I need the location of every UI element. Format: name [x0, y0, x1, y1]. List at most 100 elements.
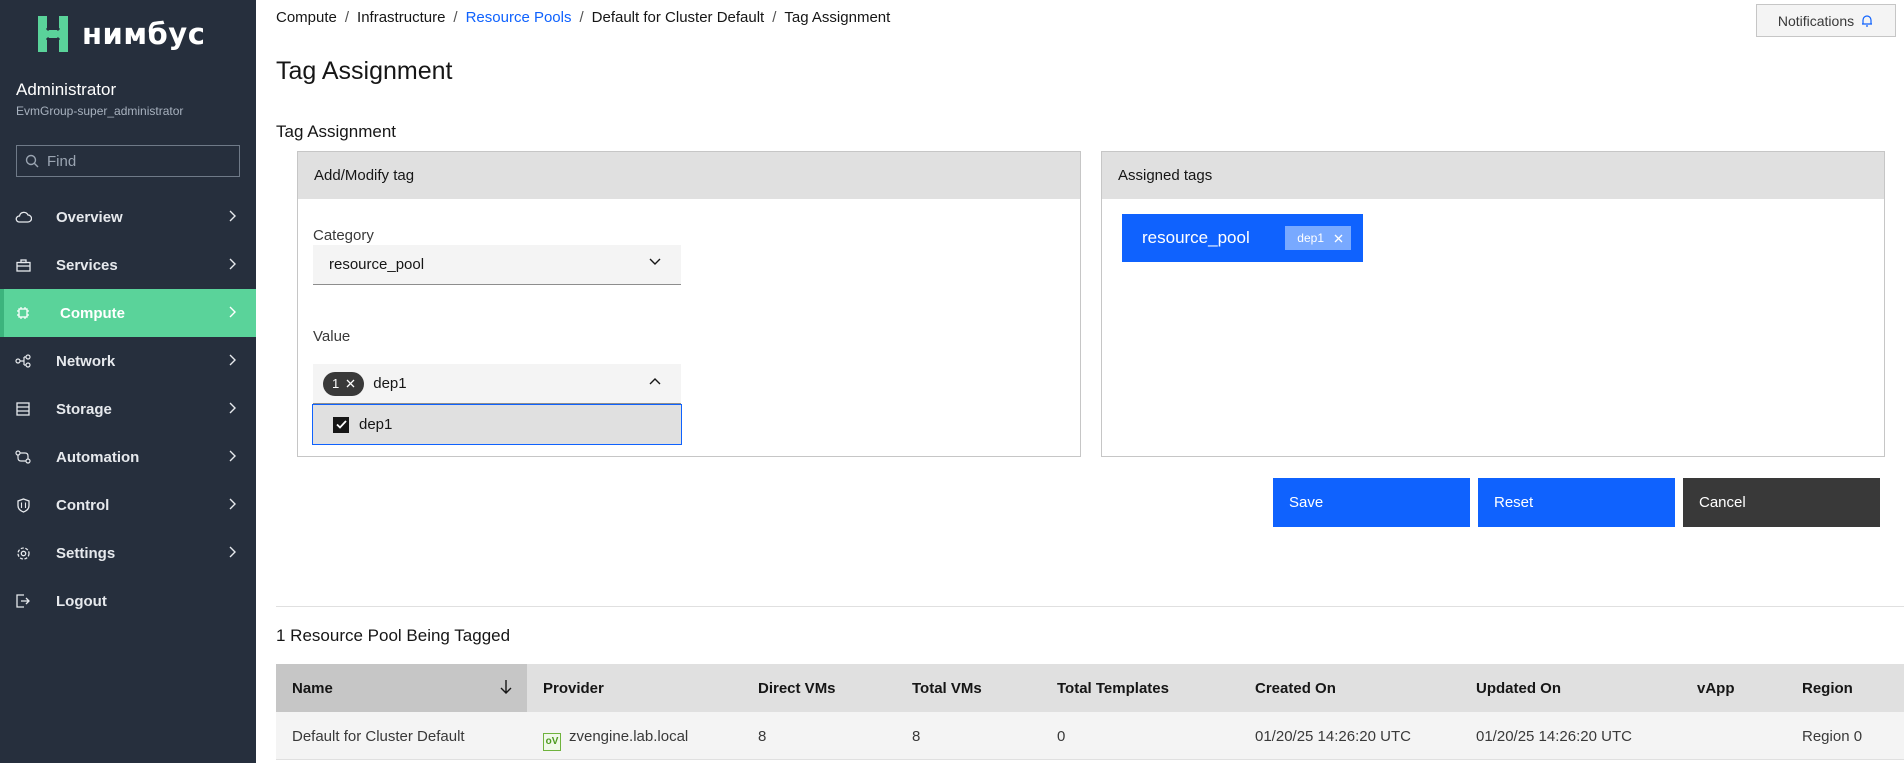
automation-icon: [14, 448, 32, 466]
chip-icon: [14, 304, 32, 322]
section-title: Tag Assignment: [276, 122, 397, 141]
nav-item-services[interactable]: Services: [0, 241, 256, 289]
sidebar: нимбус Administrator EvmGroup-super_admi…: [0, 0, 256, 763]
assigned-tag-group: resource_pool dep1: [1122, 214, 1363, 262]
chevron-up-icon: [649, 378, 661, 385]
cloud-icon: [14, 208, 32, 226]
category-value: resource_pool: [329, 256, 425, 273]
resource-pool-table: Name Provider Direct VMs Total VMs Total…: [276, 664, 1904, 760]
add-modify-tag-panel: Add/Modify tag Category resource_pool Va…: [297, 151, 1081, 457]
column-header-vapp[interactable]: vApp: [1697, 680, 1735, 697]
breadcrumb-separator: /: [579, 9, 584, 26]
nav-label: Automation: [56, 448, 140, 466]
close-icon[interactable]: [346, 379, 355, 388]
shield-icon: [14, 496, 32, 514]
breadcrumb-separator: /: [772, 9, 777, 26]
selected-count: 1: [332, 376, 340, 391]
cell-total-vms: 8: [912, 728, 921, 745]
selected-count-tag[interactable]: 1: [323, 371, 365, 396]
nav-item-compute[interactable]: Compute: [0, 289, 256, 337]
chevron-right-icon: [229, 354, 236, 366]
column-header-total-vms[interactable]: Total VMs: [912, 680, 982, 697]
cancel-button[interactable]: Cancel: [1683, 478, 1880, 527]
option-label: dep1: [359, 416, 393, 433]
nav-label: Storage: [56, 400, 112, 418]
close-icon[interactable]: [1334, 234, 1343, 243]
table-row[interactable]: Default for Cluster Default oV zvengine.l…: [276, 712, 1904, 760]
cell-name: Default for Cluster Default: [292, 728, 465, 745]
brand-name: нимбус: [82, 17, 206, 51]
column-header-name[interactable]: Name: [292, 680, 333, 697]
user-group: EvmGroup-super_administrator: [16, 104, 184, 118]
nav-item-automation[interactable]: Automation: [0, 433, 256, 481]
nav-label: Overview: [56, 208, 123, 226]
breadcrumb-current: Tag Assignment: [784, 9, 891, 26]
assigned-tags-panel: Assigned tags resource_pool dep1: [1101, 151, 1885, 457]
column-header-updated-on[interactable]: Updated On: [1476, 680, 1561, 697]
category-select[interactable]: resource_pool: [313, 245, 681, 285]
breadcrumb-separator: /: [453, 9, 458, 26]
nav-item-logout[interactable]: Logout: [0, 577, 256, 625]
nav-item-overview[interactable]: Overview: [0, 193, 256, 241]
cell-updated-on: 01/20/25 14:26:20 UTC: [1476, 728, 1632, 745]
panel-header: Add/Modify tag: [298, 152, 1080, 199]
page-title: Tag Assignment: [276, 57, 453, 85]
dropdown-option-dep1[interactable]: dep1: [312, 404, 682, 445]
assigned-category: resource_pool: [1142, 228, 1250, 247]
nav-item-storage[interactable]: Storage: [0, 385, 256, 433]
panel-header: Assigned tags: [1102, 152, 1884, 199]
chevron-down-icon: [649, 258, 661, 265]
gear-icon: [14, 544, 32, 562]
bell-icon: [1862, 14, 1873, 27]
table-header: Name Provider Direct VMs Total VMs Total…: [276, 664, 1904, 712]
user-name: Administrator: [16, 80, 117, 99]
chevron-right-icon: [229, 546, 236, 558]
nav-menu: Overview Services Compute Network Storag…: [0, 193, 256, 625]
cell-direct-vms: 8: [758, 728, 767, 745]
column-header-total-templates[interactable]: Total Templates: [1057, 680, 1169, 697]
divider: [276, 606, 1904, 607]
cell-created-on: 01/20/25 14:26:20 UTC: [1255, 728, 1411, 745]
network-icon: [14, 352, 32, 370]
value-multiselect[interactable]: 1 dep1: [313, 364, 681, 404]
nav-label: Control: [56, 496, 110, 514]
nav-label: Compute: [60, 304, 125, 322]
sort-down-icon[interactable]: [500, 679, 512, 695]
storage-icon: [14, 400, 32, 418]
nav-item-settings[interactable]: Settings: [0, 529, 256, 577]
brand-icon: [38, 16, 68, 52]
chevron-right-icon: [229, 498, 236, 510]
assigned-tag-label: dep1: [1297, 231, 1324, 245]
chevron-right-icon: [229, 402, 236, 414]
column-header-direct-vms[interactable]: Direct VMs: [758, 680, 836, 697]
provider-name: zvengine.lab.local: [569, 728, 689, 745]
nav-item-network[interactable]: Network: [0, 337, 256, 385]
assigned-tag-chip: dep1: [1285, 226, 1351, 250]
chevron-right-icon: [229, 450, 236, 462]
notifications-label: Notifications: [1777, 12, 1855, 29]
checkbox-checked[interactable]: [333, 416, 349, 433]
nav-label: Logout: [56, 592, 107, 610]
reset-button[interactable]: Reset: [1478, 478, 1675, 527]
column-header-created-on[interactable]: Created On: [1255, 680, 1336, 697]
brand-logo[interactable]: нимбус: [34, 14, 205, 54]
notifications-button[interactable]: Notifications: [1756, 4, 1896, 37]
chevron-right-icon: [229, 306, 236, 318]
provider-icon: oV: [543, 732, 561, 751]
breadcrumb-resource-pools[interactable]: Resource Pools: [466, 9, 572, 26]
column-header-region[interactable]: Region: [1802, 680, 1853, 697]
cell-total-templates: 0: [1057, 728, 1066, 745]
save-button[interactable]: Save: [1273, 478, 1470, 527]
search-icon: [25, 154, 39, 168]
cell-provider: oV zvengine.lab.local: [543, 728, 688, 751]
column-header-provider[interactable]: Provider: [543, 680, 604, 697]
nav-label: Services: [56, 256, 118, 274]
nav-item-control[interactable]: Control: [0, 481, 256, 529]
value-input-text[interactable]: dep1: [373, 375, 406, 392]
cell-region: Region 0: [1802, 728, 1863, 745]
chevron-right-icon: [229, 258, 236, 270]
logout-icon: [14, 592, 32, 610]
breadcrumb: Compute / Infrastructure / Resource Pool…: [276, 9, 890, 26]
search-input[interactable]: [47, 152, 227, 170]
value-label: Value: [313, 328, 351, 345]
